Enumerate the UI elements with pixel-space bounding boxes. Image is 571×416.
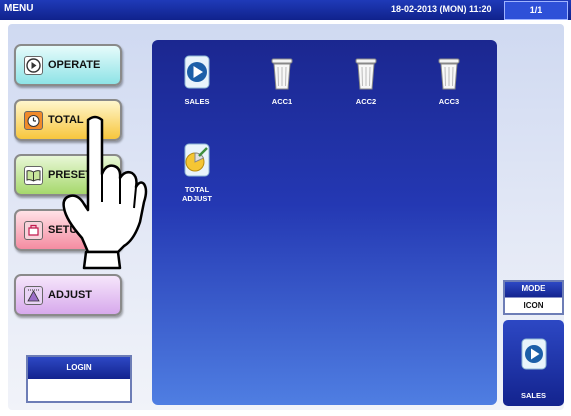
page-indicator[interactable]: 1/1 xyxy=(504,1,568,20)
sales-shortcut-label: SALES xyxy=(520,391,546,400)
total-adjust-line2: ADJUST xyxy=(181,194,212,203)
date-time: 18-02-2013 (MON) 11:20 xyxy=(391,4,492,14)
preset-label: PRESET xyxy=(48,169,93,181)
title-bar: MENU 18-02-2013 (MON) 11:20 1/1 xyxy=(0,0,571,20)
login-label: LOGIN xyxy=(66,363,92,372)
operate-button[interactable]: OPERATE xyxy=(14,44,122,86)
login-box[interactable]: LOGIN xyxy=(26,355,132,403)
acc2-app[interactable]: ACC2 xyxy=(335,54,397,106)
total-adjust-line1: TOTAL xyxy=(184,185,210,194)
sales-caption: SALES xyxy=(184,97,210,106)
acc1-app[interactable]: ACC1 xyxy=(251,54,313,106)
trash-can-icon xyxy=(335,54,397,94)
acc3-caption: ACC3 xyxy=(438,97,460,106)
book-icon xyxy=(24,166,43,185)
total-button[interactable]: TOTAL xyxy=(14,99,122,141)
total-label: TOTAL xyxy=(48,114,84,126)
preset-button[interactable]: PRESET xyxy=(14,154,122,196)
play-icon xyxy=(24,56,43,75)
operate-label: OPERATE xyxy=(48,59,101,71)
setup-button[interactable]: SETUP xyxy=(14,209,122,251)
sales-app[interactable]: SALES xyxy=(166,54,228,106)
total-adjust-caption: TOTAL ADJUST xyxy=(166,185,228,203)
clock-icon xyxy=(24,111,43,130)
sales-shortcut[interactable]: SALES xyxy=(503,320,564,406)
trash-can-icon xyxy=(418,54,480,94)
acc2-caption: ACC2 xyxy=(355,97,377,106)
adjust-button[interactable]: ADJUST xyxy=(14,274,122,316)
setup-icon xyxy=(24,221,43,240)
sales-play-icon xyxy=(166,54,228,94)
menu-title: MENU xyxy=(4,3,34,14)
scale-icon xyxy=(24,286,43,305)
mode-value: ICON xyxy=(523,301,544,310)
pie-chart-icon xyxy=(166,142,228,182)
adjust-label: ADJUST xyxy=(48,289,93,301)
total-adjust-app[interactable]: TOTAL ADJUST xyxy=(166,142,228,203)
setup-label: SETUP xyxy=(48,224,85,236)
trash-can-icon xyxy=(251,54,313,94)
mode-label: MODE xyxy=(521,284,546,293)
mode-box[interactable]: MODE ICON xyxy=(503,280,564,315)
acc1-caption: ACC1 xyxy=(271,97,293,106)
icon-area: SALES ACC1 ACC2 ACC3 TOTAL ADJUST xyxy=(152,40,497,405)
acc3-app[interactable]: ACC3 xyxy=(418,54,480,106)
